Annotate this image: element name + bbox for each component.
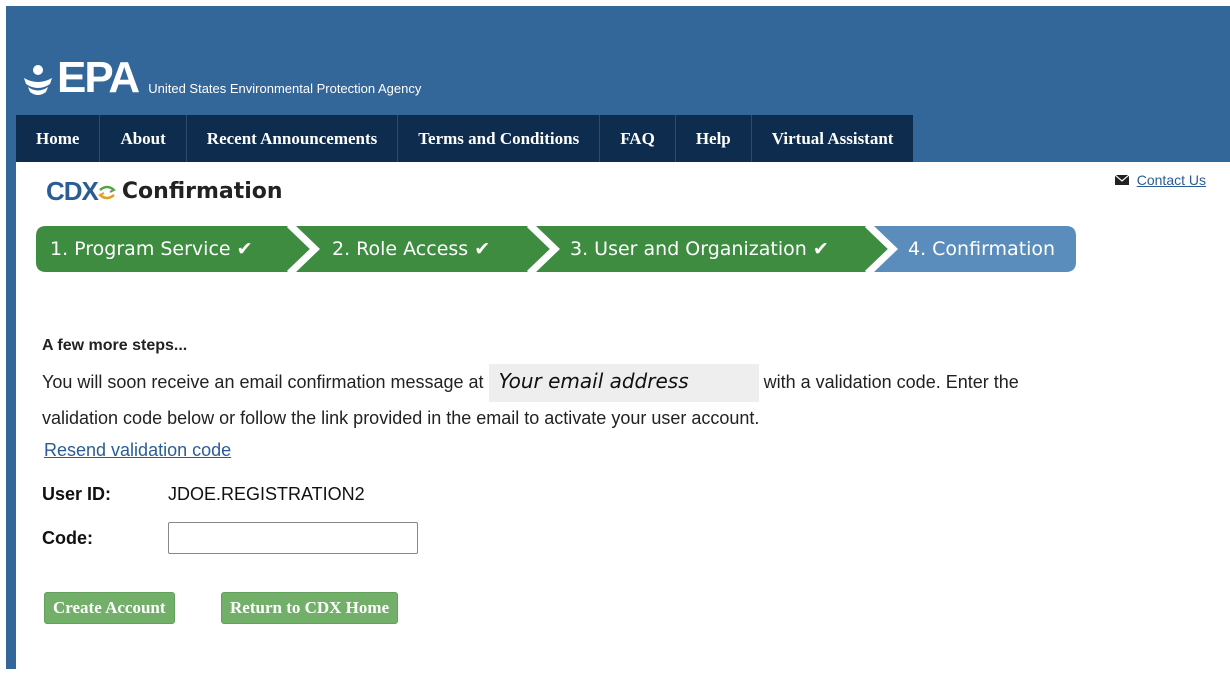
step-2: 2. Role Access ✔ [332,226,490,272]
email-address-placeholder: Your email address [488,364,759,402]
step-1: 1. Program Service ✔ [50,226,253,272]
nav-home[interactable]: Home [16,115,101,162]
step-3: 3. User and Organization ✔ [570,226,829,272]
contact-us-link[interactable]: Contact Us [1137,172,1206,188]
epa-logo-text: EPA [57,53,140,102]
page-header: CDX Confirmation [46,176,283,207]
user-id-value: JDOE.REGISTRATION2 [168,484,365,504]
checkmark-icon: ✔ [236,238,253,260]
checkmark-icon: ✔ [474,238,491,260]
content-panel: Contact Us CDX Confirmation 1. Program S… [16,162,1230,675]
confirmation-message: A few more steps... You will soon receiv… [42,330,1212,466]
contact-us: Contact Us [1114,172,1206,188]
page-title: Confirmation [121,179,283,204]
nav-terms-and-conditions[interactable]: Terms and Conditions [398,115,601,162]
resend-validation-code-link[interactable]: Resend validation code [44,440,231,460]
agency-name: United States Environmental Protection A… [148,81,422,96]
step-4: 4. Confirmation [908,226,1055,272]
message-text-before: You will soon receive an email confirmat… [42,371,484,392]
nav-virtual-assistant[interactable]: Virtual Assistant [752,115,914,162]
step-2-label: 2. Role Access [332,238,469,260]
step-3-label: 3. User and Organization [570,238,807,260]
cdx-arrows-icon [98,185,116,199]
step-1-label: 1. Program Service [50,238,231,260]
return-to-cdx-home-button[interactable]: Return to CDX Home [221,592,399,624]
cdx-logo-text: CDX [46,176,99,206]
nav-recent-announcements[interactable]: Recent Announcements [187,115,399,162]
nav-help[interactable]: Help [676,115,752,162]
epa-logo[interactable]: EPA United States Environmental Protecti… [20,53,422,102]
code-row: Code: [42,522,418,554]
user-id-label: User ID: [42,484,112,504]
nav-about[interactable]: About [100,115,187,162]
epa-flower-icon [24,65,52,95]
create-account-button[interactable]: Create Account [44,592,175,624]
envelope-icon [1114,175,1129,185]
message-line-2: validation code below or follow the link… [42,408,760,428]
cdx-logo: CDX [46,176,116,207]
code-input[interactable] [168,522,418,554]
user-id-row: User ID: JDOE.REGISTRATION2 [42,484,365,505]
progress-steps: 1. Program Service ✔ 2. Role Access ✔ 3.… [36,226,1076,272]
code-label: Code: [42,527,93,548]
step-4-label: 4. Confirmation [908,238,1056,260]
main-nav: Home About Recent Announcements Terms an… [16,115,914,162]
message-line-1: You will soon receive an email confirmat… [42,364,1212,402]
message-text-after: with a validation code. Enter the [763,371,1019,392]
checkmark-icon: ✔ [812,238,829,260]
message-heading: A few more steps... [42,337,188,354]
nav-faq[interactable]: FAQ [600,115,676,162]
page-frame: EPA United States Environmental Protecti… [6,6,1230,675]
